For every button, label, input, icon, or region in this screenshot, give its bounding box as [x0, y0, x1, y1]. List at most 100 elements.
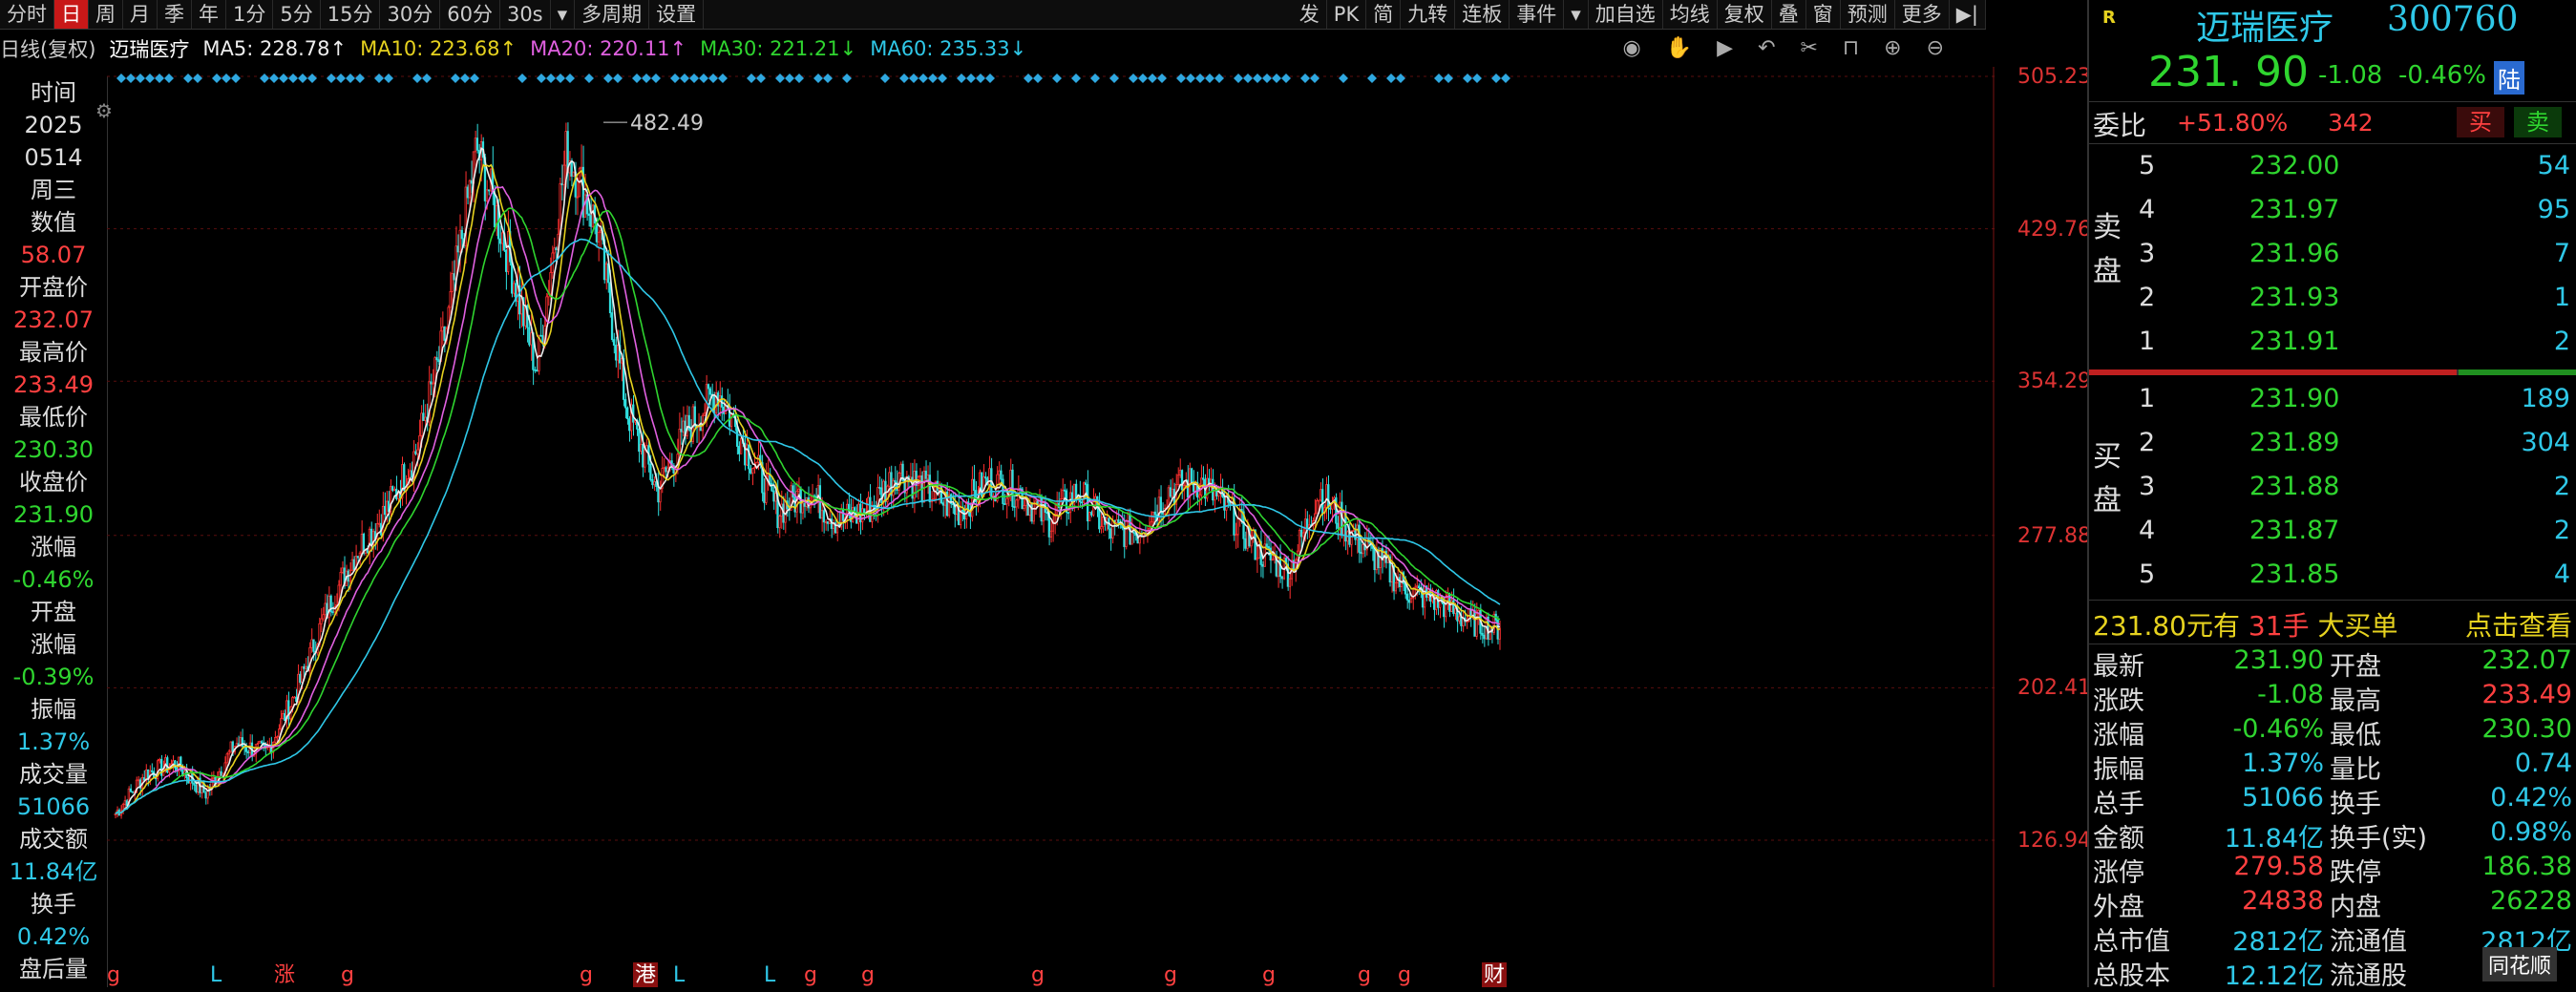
event-marker[interactable]: g [341, 963, 354, 987]
signal-diamond [957, 74, 966, 83]
event-marker[interactable]: 港 [635, 963, 656, 987]
period-tab[interactable]: 15分 [321, 0, 381, 29]
period-tab[interactable]: 设置 [649, 0, 705, 29]
event-marker[interactable]: g [1262, 963, 1276, 987]
book-level: 4 [2139, 516, 2156, 545]
big-order-bar[interactable]: 231.80元有 31手 大买单 点击查看 [2093, 605, 2576, 642]
period-tab[interactable]: 季 [158, 0, 192, 29]
event-marker[interactable]: g [1031, 963, 1045, 987]
scissors-icon[interactable]: ✂ [1801, 36, 1818, 60]
period-tab[interactable]: 年 [192, 0, 226, 29]
period-tab[interactable]: 月 [123, 0, 158, 29]
book-row[interactable]: 2 231.93 1 [2089, 277, 2576, 319]
stat-key: 最高 [2330, 686, 2381, 716]
candle-body [1415, 585, 1419, 588]
book-row[interactable]: 4 231.87 2 [2089, 510, 2576, 552]
buy-button[interactable]: 买 [2457, 107, 2504, 137]
event-marker[interactable]: g [1398, 963, 1411, 987]
period-tab[interactable]: ▾ [551, 0, 576, 29]
candle-body [1431, 597, 1434, 602]
toolbar-button[interactable]: 事件 [1510, 0, 1565, 29]
candle-body [1171, 488, 1174, 497]
book-row[interactable]: 1 231.90 189 [2089, 378, 2576, 420]
peak-price-label: 482.49 [630, 112, 704, 136]
kline-chart[interactable]: 482.49g L 涨 g g 港 L Lg g g g g g g 财 [107, 67, 1995, 987]
play-icon[interactable]: ▶ [1717, 36, 1733, 60]
candle-body [740, 437, 743, 454]
big-order-link[interactable]: 点击查看 [2465, 605, 2572, 644]
toolbar-button[interactable]: 叠 [1772, 0, 1806, 29]
event-marker[interactable]: L [764, 963, 776, 987]
candle-body [391, 486, 394, 491]
toolbar-button[interactable]: 均线 [1663, 0, 1718, 29]
book-row[interactable]: 5 232.00 54 [2089, 145, 2576, 187]
signal-diamond [451, 74, 460, 83]
book-row[interactable]: 2 231.89 304 [2089, 422, 2576, 464]
zoom-in-icon[interactable]: ⊕ [1884, 36, 1901, 60]
signal-diamond [1434, 74, 1444, 83]
period-tab[interactable]: 5分 [273, 0, 321, 29]
stat-row: 最新 231.90 开盘 232.07 [2089, 645, 2576, 682]
candle-body [1190, 468, 1193, 483]
undo-icon[interactable]: ↶ [1758, 36, 1775, 60]
candle-body [195, 784, 198, 792]
toolbar-button[interactable]: 预测 [1841, 0, 1895, 29]
sell-button[interactable]: 卖 [2514, 107, 2562, 137]
period-tab[interactable]: 日 [54, 0, 89, 29]
toolbar-button[interactable]: 更多 [1895, 0, 1950, 29]
book-row[interactable]: 1 231.91 2 [2089, 321, 2576, 363]
candle-body [651, 479, 654, 486]
zoom-out-icon[interactable]: ⊖ [1927, 36, 1944, 60]
event-marker[interactable]: g [1164, 963, 1177, 987]
event-marker[interactable]: g [804, 963, 817, 987]
event-marker[interactable]: L [210, 963, 222, 987]
candle-body [350, 559, 353, 571]
period-tab[interactable]: 30分 [380, 0, 441, 29]
toolbar-button[interactable]: 加自选 [1589, 0, 1663, 29]
period-tab[interactable]: 1分 [226, 0, 274, 29]
event-marker[interactable]: g [580, 963, 593, 987]
hand-icon[interactable]: ✋ [1666, 36, 1692, 60]
stat-value: -0.46% [2232, 714, 2324, 744]
toolbar-button[interactable]: 复权 [1718, 0, 1772, 29]
event-marker[interactable]: 涨 [274, 963, 295, 987]
candle-body [485, 189, 489, 201]
event-marker[interactable]: 财 [1484, 963, 1505, 987]
candle-body [460, 229, 463, 240]
event-marker[interactable]: g [861, 963, 875, 987]
book-row[interactable]: 3 231.96 7 [2089, 233, 2576, 275]
collapse-icon[interactable]: ▶| [1950, 0, 1986, 29]
candle-body [686, 414, 688, 437]
book-row[interactable]: 3 231.88 2 [2089, 466, 2576, 508]
signal-diamond [708, 74, 718, 83]
big-order-price: 231.80元有 [2093, 610, 2240, 642]
event-marker[interactable]: g [107, 963, 120, 987]
candle-body [1125, 520, 1128, 547]
stat-row: 总手 51066 换手 0.42% [2089, 783, 2576, 819]
period-tab[interactable]: 60分 [440, 0, 500, 29]
event-marker[interactable]: L [673, 963, 686, 987]
period-tab[interactable]: 周 [89, 0, 123, 29]
period-label[interactable]: 日线(复权) [0, 34, 95, 63]
market-badge: 陆 [2494, 61, 2524, 95]
toolbar-button[interactable]: 发 [1293, 0, 1327, 29]
period-tab[interactable]: 分时 [0, 0, 54, 29]
toolbar-button[interactable]: 连板 [1455, 0, 1510, 29]
toolbar-button[interactable]: ▾ [1564, 0, 1589, 29]
eye-icon[interactable]: ◉ [1623, 36, 1641, 60]
toolbar-button[interactable]: PK [1327, 0, 1367, 29]
book-row[interactable]: 5 231.85 4 [2089, 554, 2576, 596]
toolbar-button[interactable]: 九转 [1401, 0, 1456, 29]
period-tab[interactable]: 多周期 [575, 0, 650, 29]
signal-diamond [346, 74, 355, 83]
period-tab[interactable]: 30s [500, 0, 551, 29]
candle-body [984, 476, 987, 479]
signal-diamond [1339, 74, 1348, 83]
book-row[interactable]: 4 231.97 95 [2089, 189, 2576, 231]
event-marker[interactable]: g [1358, 963, 1371, 987]
lock-icon[interactable]: ⊓ [1843, 36, 1859, 60]
stat-row: 涨跌 -1.08 最高 233.49 [2089, 680, 2576, 716]
toolbar-button[interactable]: 简 [1366, 0, 1402, 29]
toolbar-button[interactable]: 窗 [1806, 0, 1841, 29]
stat-row: 外盘 24838 内盘 26228 [2089, 886, 2576, 922]
